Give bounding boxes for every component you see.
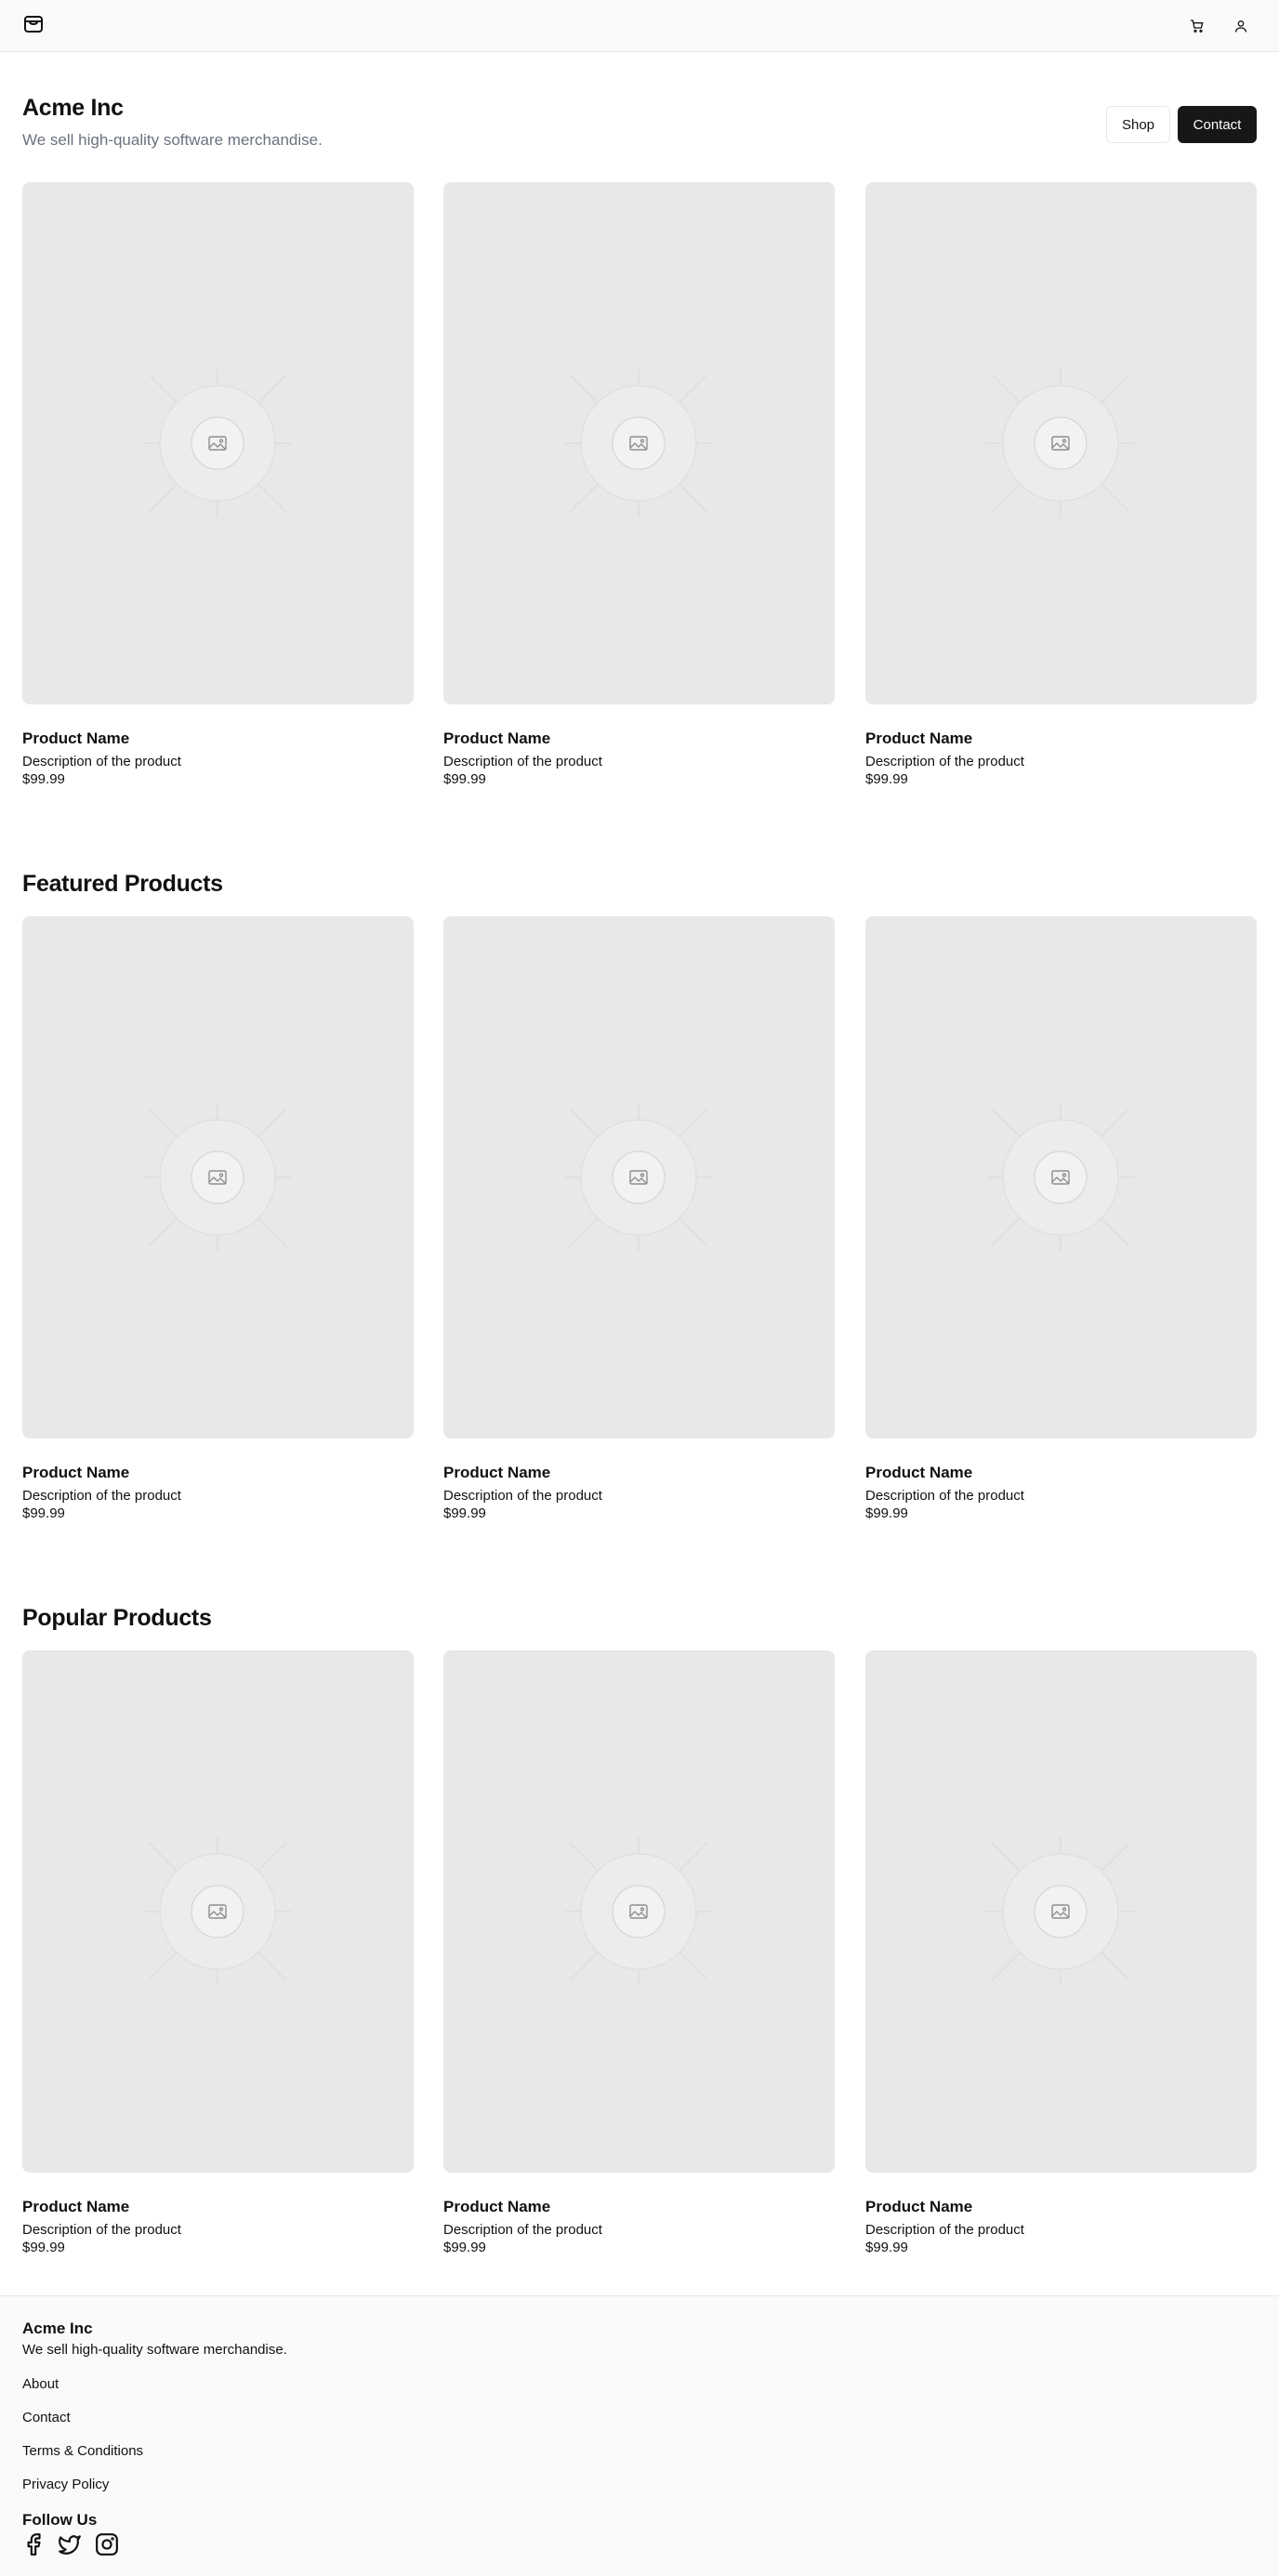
product-description: Description of the product	[22, 2222, 181, 2238]
instagram-icon[interactable]	[95, 2532, 119, 2556]
section-title-popular: Popular Products	[22, 1605, 212, 1631]
product-price: $99.99	[865, 1505, 908, 1521]
follow-us-heading: Follow Us	[22, 2511, 98, 2529]
product-description: Description of the product	[865, 2222, 1024, 2238]
product-image[interactable]	[443, 182, 835, 704]
product-price: $99.99	[22, 1505, 65, 1521]
image-placeholder-icon	[564, 1103, 713, 1252]
product-price: $99.99	[22, 2240, 65, 2255]
footer-link-contact[interactable]: Contact	[22, 2410, 71, 2425]
footer-title: Acme Inc	[22, 2320, 93, 2337]
product-image[interactable]	[865, 916, 1257, 1439]
cart-button[interactable]	[1181, 10, 1213, 42]
product-description: Description of the product	[443, 2222, 602, 2238]
product-description: Description of the product	[22, 1488, 181, 1504]
product-price: $99.99	[443, 771, 486, 787]
product-card-hero-2[interactable]: Product Name Description of the product $9…	[443, 182, 835, 787]
image-placeholder-icon	[986, 369, 1135, 518]
product-card-hero-3[interactable]: Product Name Description of the product $9…	[865, 182, 1257, 787]
product-name[interactable]: Product Name	[865, 1464, 1257, 1482]
product-image[interactable]	[443, 916, 835, 1439]
product-name[interactable]: Product Name	[443, 2198, 835, 2216]
image-placeholder-icon	[143, 369, 292, 518]
account-button[interactable]	[1225, 10, 1257, 42]
page-subtitle: We sell high-quality software merchandis…	[22, 131, 323, 149]
cart-icon	[1190, 20, 1204, 33]
page-title: Acme Inc	[22, 95, 124, 121]
product-name[interactable]: Product Name	[443, 729, 835, 748]
image-placeholder-icon	[986, 1837, 1135, 1986]
facebook-icon[interactable]	[21, 2532, 46, 2556]
product-image[interactable]	[22, 1650, 414, 2173]
image-placeholder-icon	[143, 1103, 292, 1252]
product-card-hero-1[interactable]: Product Name Description of the product $9…	[22, 182, 414, 787]
product-description: Description of the product	[443, 754, 602, 769]
footer: Acme Inc We sell high-quality software m…	[0, 2295, 1279, 2576]
image-placeholder-icon	[564, 1837, 713, 1986]
shop-button[interactable]: Shop	[1106, 106, 1170, 143]
product-name[interactable]: Product Name	[22, 2198, 414, 2216]
product-card-popular-3[interactable]: Product Name Description of the product $9…	[865, 1650, 1257, 2255]
footer-subtitle: We sell high-quality software merchandis…	[22, 2342, 287, 2358]
product-description: Description of the product	[22, 754, 181, 769]
product-image[interactable]	[443, 1650, 835, 2173]
product-name[interactable]: Product Name	[865, 729, 1257, 748]
product-price: $99.99	[443, 1505, 486, 1521]
product-price: $99.99	[865, 2240, 908, 2255]
contact-button[interactable]: Contact	[1178, 106, 1257, 143]
product-price: $99.99	[865, 771, 908, 787]
product-card-popular-2[interactable]: Product Name Description of the product $9…	[443, 1650, 835, 2255]
product-price: $99.99	[443, 2240, 486, 2255]
footer-link-privacy[interactable]: Privacy Policy	[22, 2477, 109, 2492]
product-name[interactable]: Product Name	[22, 729, 414, 748]
product-image[interactable]	[865, 182, 1257, 704]
section-title-featured: Featured Products	[22, 871, 223, 897]
product-description: Description of the product	[865, 1488, 1024, 1504]
product-image[interactable]	[865, 1650, 1257, 2173]
product-price: $99.99	[22, 771, 65, 787]
product-card-featured-1[interactable]: Product Name Description of the product $9…	[22, 916, 414, 1521]
product-description: Description of the product	[443, 1488, 602, 1504]
product-card-featured-2[interactable]: Product Name Description of the product $9…	[443, 916, 835, 1521]
image-placeholder-icon	[143, 1837, 292, 1986]
product-card-featured-3[interactable]: Product Name Description of the product $9…	[865, 916, 1257, 1521]
product-name[interactable]: Product Name	[22, 1464, 414, 1482]
user-icon	[1235, 20, 1246, 33]
product-card-popular-1[interactable]: Product Name Description of the product $9…	[22, 1650, 414, 2255]
product-name[interactable]: Product Name	[443, 1464, 835, 1482]
twitter-icon[interactable]	[58, 2532, 82, 2556]
image-placeholder-icon	[986, 1103, 1135, 1252]
footer-link-about[interactable]: About	[22, 2376, 59, 2392]
store-icon[interactable]	[22, 13, 45, 35]
image-placeholder-icon	[564, 369, 713, 518]
product-description: Description of the product	[865, 754, 1024, 769]
footer-link-terms[interactable]: Terms & Conditions	[22, 2443, 143, 2459]
product-image[interactable]	[22, 182, 414, 704]
product-image[interactable]	[22, 916, 414, 1439]
product-name[interactable]: Product Name	[865, 2198, 1257, 2216]
top-navigation-bar	[0, 0, 1279, 52]
